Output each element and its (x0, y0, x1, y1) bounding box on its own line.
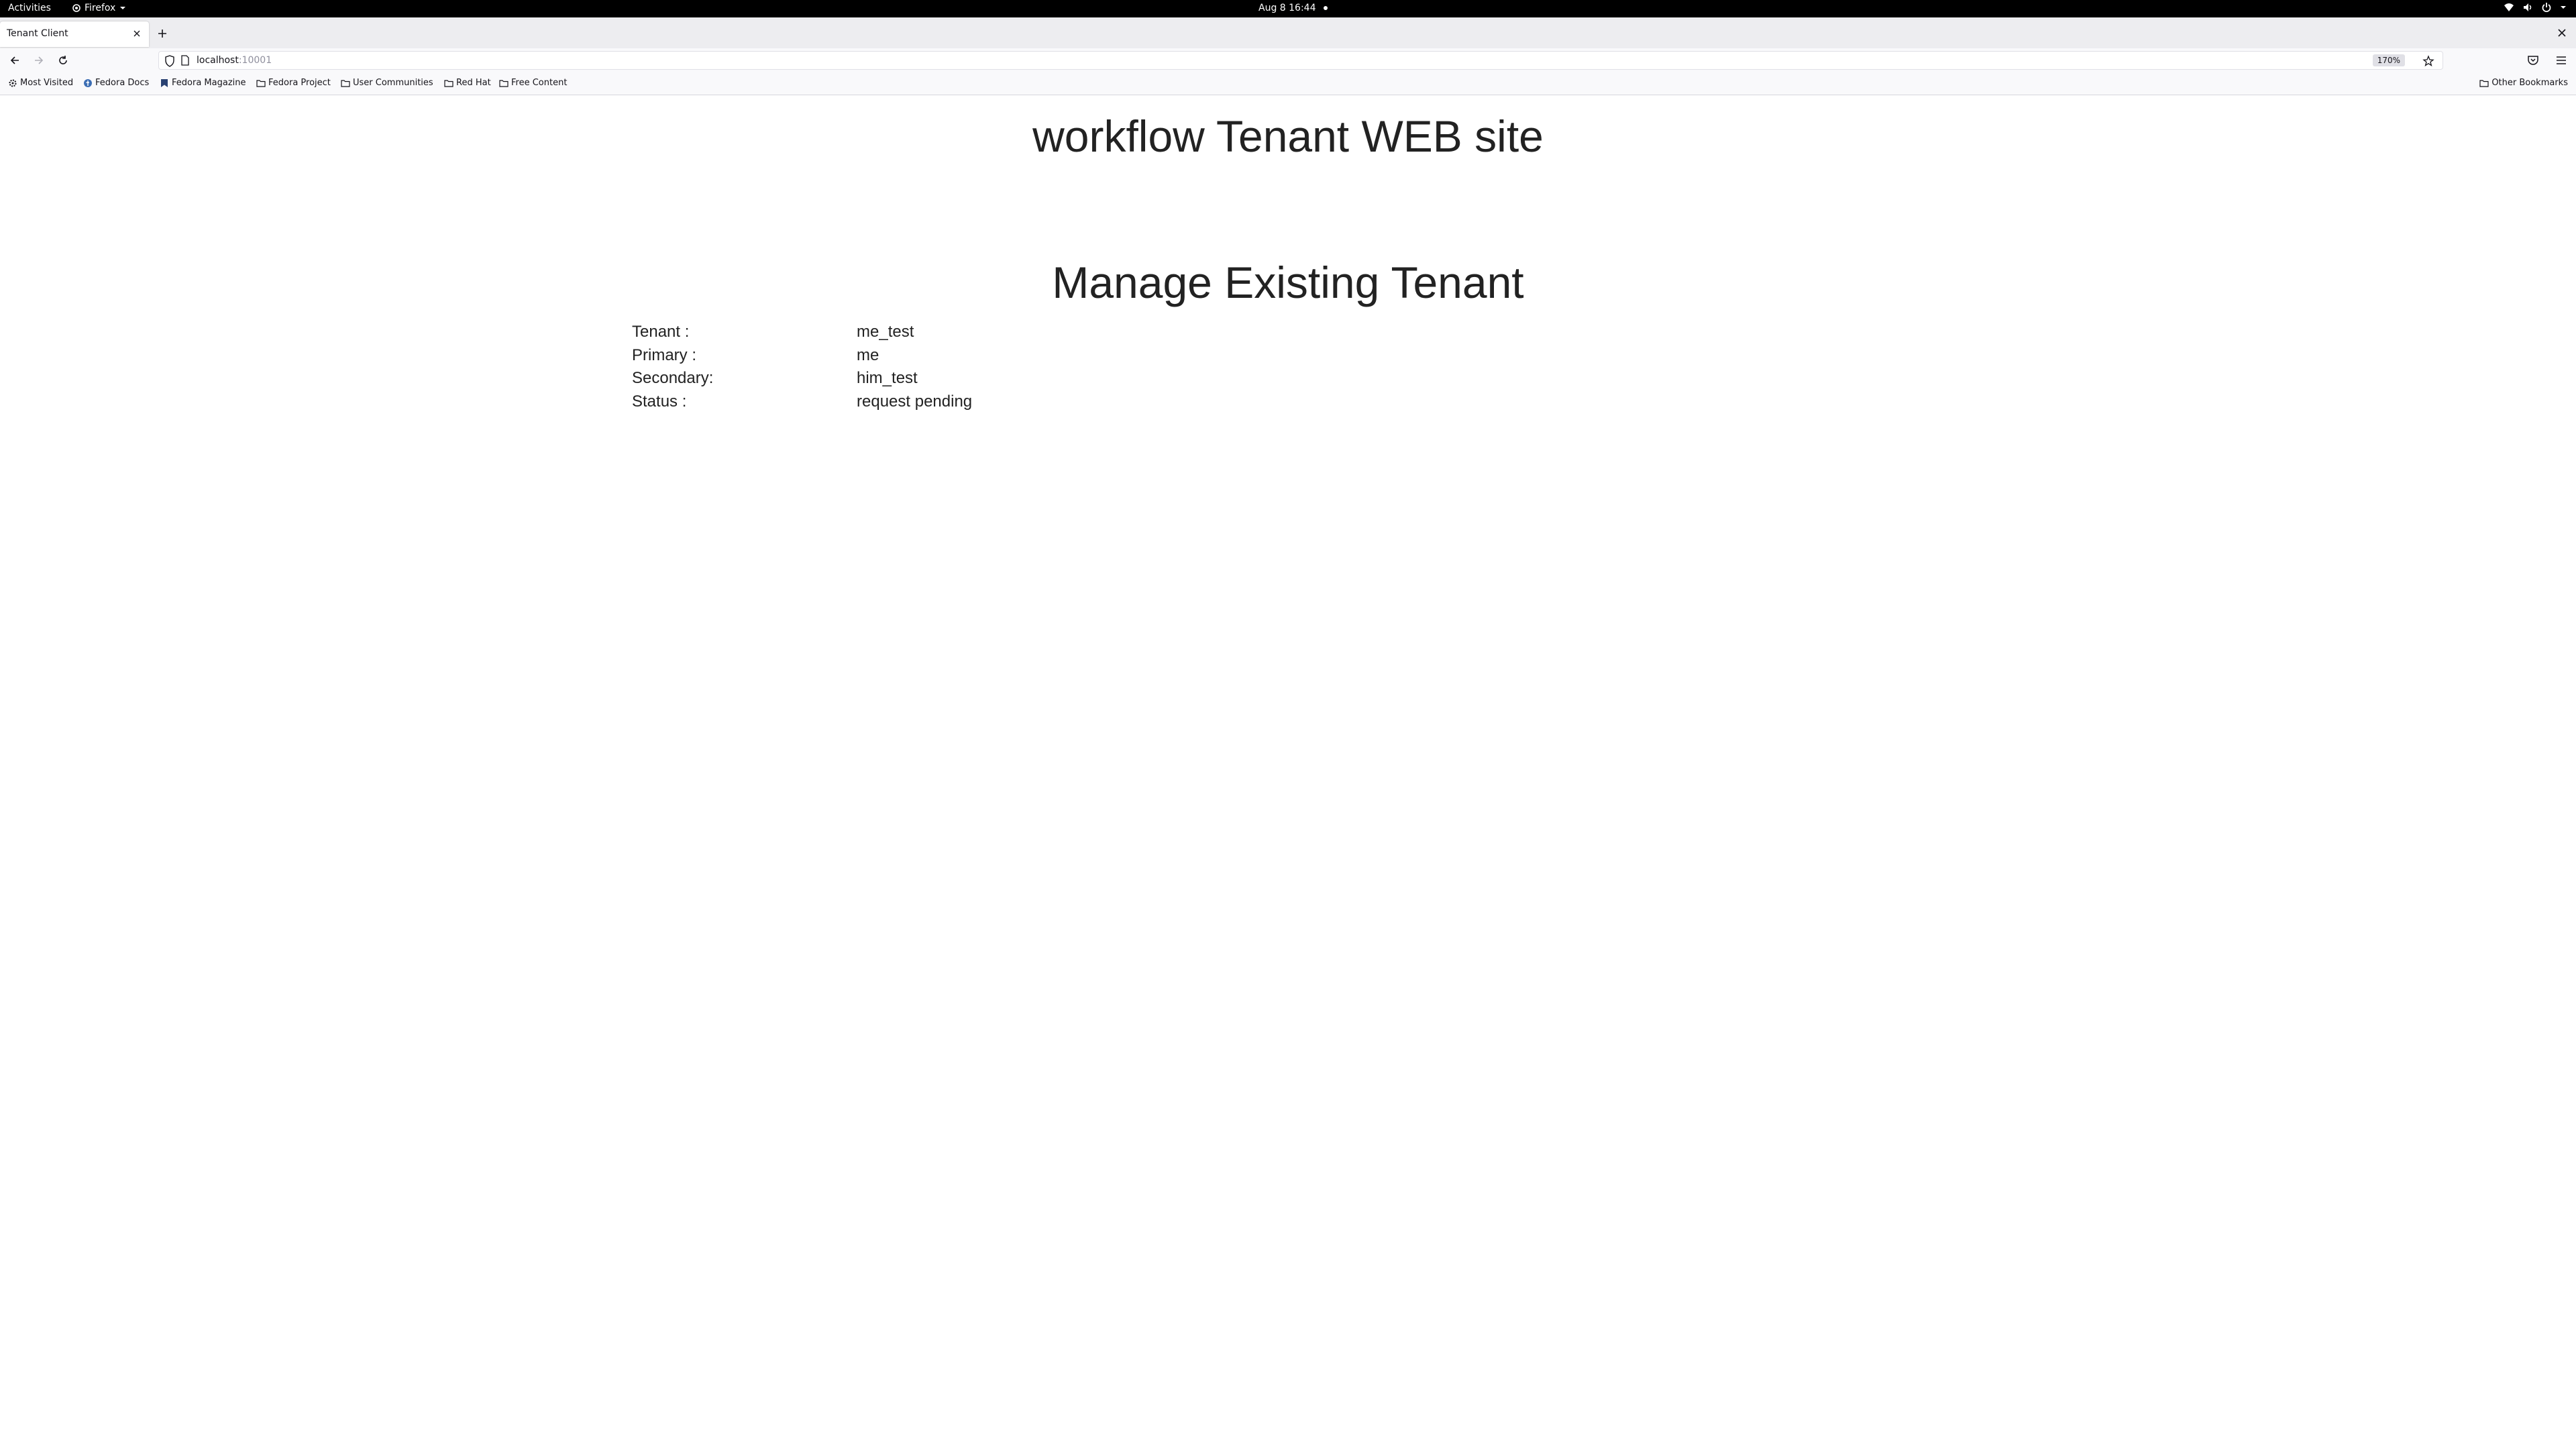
bookmark-free-content[interactable]: Free Content (499, 78, 567, 88)
section-title: Manage Existing Tenant (1052, 258, 1524, 307)
volume-icon (2522, 2, 2533, 13)
bookmark-fedora-docs[interactable]: Fedora Docs (83, 78, 149, 88)
activities-button[interactable]: Activities (8, 3, 51, 13)
folder-icon (499, 78, 508, 88)
bookmark-label: Fedora Project (268, 78, 331, 88)
close-tab-icon[interactable] (131, 28, 142, 39)
bookmark-fedora-project[interactable]: Fedora Project (256, 78, 331, 88)
system-top-bar: Activities Firefox Aug 8 16:44 (0, 0, 2576, 17)
bookmark-user-communities[interactable]: User Communities (341, 78, 433, 88)
shield-icon[interactable] (164, 55, 175, 70)
tab-title: Tenant Client (7, 28, 68, 39)
chevron-down-icon (119, 5, 126, 11)
folder-icon (2479, 78, 2489, 88)
firefox-icon (72, 4, 80, 12)
reload-button[interactable] (56, 54, 70, 67)
url-text[interactable]: localhost:10001 (197, 55, 272, 66)
bookmark-label: Most Visited (20, 78, 74, 88)
zoom-level-badge[interactable]: 170% (2372, 54, 2405, 66)
back-button[interactable] (8, 54, 21, 67)
new-tab-button[interactable] (156, 27, 169, 40)
other-bookmarks-label: Other Bookmarks (2491, 78, 2568, 88)
chevron-down-icon (2560, 5, 2567, 10)
folder-icon (256, 78, 266, 88)
field-label: Tenant : (632, 323, 690, 341)
fedora-icon (83, 78, 93, 88)
page-info-icon[interactable] (180, 55, 190, 68)
page-content: workflow Tenant WEB site Manage Existing… (0, 96, 2576, 1449)
gear-icon (8, 78, 17, 88)
close-window-icon[interactable] (2556, 27, 2568, 39)
magazine-icon (160, 78, 169, 88)
forward-button[interactable] (32, 54, 46, 67)
field-label: Primary : (632, 346, 696, 364)
notification-dot-icon (1323, 5, 1328, 11)
folder-icon (444, 78, 453, 88)
bookmark-label: Red Hat (456, 78, 491, 88)
wifi-icon (2504, 2, 2514, 13)
other-bookmarks[interactable]: Other Bookmarks (2479, 78, 2568, 88)
url-bar[interactable]: localhost:10001 170% (158, 51, 2443, 70)
bookmark-label: Fedora Magazine (172, 78, 246, 88)
clock[interactable]: Aug 8 16:44 (1258, 3, 1328, 13)
field-value: him_test (857, 369, 918, 387)
pocket-icon[interactable] (2526, 54, 2540, 70)
app-menu-label: Firefox (85, 3, 116, 13)
field-value: me_test (857, 323, 914, 341)
bookmark-star-icon[interactable] (2422, 55, 2434, 70)
power-icon (2541, 2, 2552, 13)
bookmarks-toolbar: Most Visited Fedora Docs Fedora Magazine… (0, 72, 2576, 95)
navigation-bar: localhost:10001 170% (0, 48, 2576, 72)
url-port: :10001 (238, 55, 272, 66)
tab-tenant-client[interactable]: Tenant Client (0, 21, 149, 47)
bookmark-red-hat[interactable]: Red Hat (444, 78, 491, 88)
bookmark-label: Free Content (511, 78, 568, 88)
folder-icon (341, 78, 350, 88)
bookmark-fedora-magazine[interactable]: Fedora Magazine (160, 78, 246, 88)
app-menu[interactable]: Firefox (72, 3, 126, 13)
site-title: workflow Tenant WEB site (1032, 111, 1544, 161)
bookmark-label: User Communities (353, 78, 433, 88)
bookmark-label: Fedora Docs (95, 78, 150, 88)
system-tray[interactable] (2504, 2, 2567, 13)
url-host: localhost (197, 55, 239, 66)
clock-label: Aug 8 16:44 (1258, 3, 1316, 13)
field-value: request pending (857, 392, 973, 411)
bookmark-most-visited[interactable]: Most Visited (8, 78, 73, 88)
hamburger-menu-icon[interactable] (2555, 54, 2568, 70)
field-label: Status : (632, 392, 687, 411)
field-label: Secondary: (632, 369, 714, 387)
field-value: me (857, 346, 879, 364)
tab-strip: Tenant Client (0, 17, 2576, 48)
